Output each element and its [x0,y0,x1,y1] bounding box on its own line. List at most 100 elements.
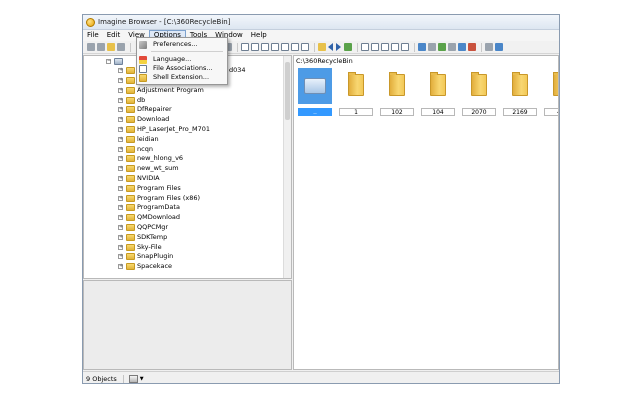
tree-item-label: db [137,95,146,104]
save-icon[interactable] [117,43,125,51]
menu-item-shell-extension[interactable]: Shell Extension... [139,73,225,82]
thumbnail-caption: 1 [339,108,373,116]
menu-item-language[interactable]: Language... [139,55,225,64]
layout-preview-icon[interactable] [391,43,399,51]
tree-scroll-thumb[interactable] [285,62,290,120]
folder-icon [126,77,135,84]
view-single-icon[interactable] [241,43,249,51]
folder-icon [126,96,135,104]
expand-icon[interactable]: + [118,97,123,103]
expand-icon[interactable]: + [118,156,123,162]
tree-item[interactable]: + QMDownload [118,213,180,222]
tree-item[interactable]: + HP_LaserJet_Pro_M701 [118,125,210,134]
thumbnail-item[interactable]: .. [298,68,332,126]
tree-item[interactable]: + new_wt_sum [118,164,179,173]
menu-item-file-associations[interactable]: File Associations... [139,64,225,73]
refresh-icon[interactable] [344,43,352,51]
view-zoom-icon[interactable] [261,43,269,51]
expand-icon[interactable]: + [118,87,123,93]
expand-icon[interactable]: + [118,146,123,152]
expand-icon[interactable]: + [118,136,123,142]
delete-icon[interactable] [468,43,476,51]
about-icon[interactable] [495,43,503,51]
browse-icon[interactable] [97,43,105,51]
layout-tree-icon[interactable] [401,43,409,51]
tree-item[interactable]: + new_hlong_v6 [118,154,183,163]
open-icon[interactable] [87,43,95,51]
tree-item[interactable]: + ncqn [118,145,153,154]
tree-item[interactable]: + Spacekace [118,262,172,271]
thumbnail-item[interactable]: 2169 [503,68,537,126]
view-full-icon[interactable] [281,43,289,51]
expand-icon[interactable]: + [118,254,123,260]
thumbnail-item[interactable]: 2070 [462,68,496,126]
tree-item[interactable]: + Sky-File [118,243,162,252]
tree-item[interactable]: + Adjustment Program [118,86,204,95]
tree-item[interactable]: + NVIDIA [118,174,160,183]
expand-icon[interactable]: + [118,244,123,250]
convert-icon[interactable] [448,43,456,51]
tree-item[interactable]: + SnapPlugin [118,252,173,261]
properties-icon[interactable] [458,43,466,51]
layout-detail-icon[interactable] [381,43,389,51]
menu-file[interactable]: File [83,30,103,41]
next-icon[interactable] [336,43,341,51]
resize-icon[interactable] [428,43,436,51]
view-frame-icon[interactable] [301,43,309,51]
tree-root-row[interactable]: − [106,57,125,66]
slideshow-icon[interactable] [318,43,326,51]
expand-icon[interactable]: + [118,107,123,113]
expand-icon[interactable]: + [118,195,123,201]
view-crop-icon[interactable] [291,43,299,51]
toolbar-separator [481,42,482,52]
menu-edit[interactable]: Edit [103,30,125,41]
tree-item[interactable]: + leidian [118,135,159,144]
tree-hidden-row[interactable]: + [118,66,137,75]
thumbnail-item[interactable]: 1 [339,68,373,126]
layout-list-icon[interactable] [371,43,379,51]
expand-icon[interactable]: + [118,185,123,191]
expand-icon[interactable]: + [118,225,123,230]
expand-icon[interactable]: + [118,68,123,73]
tree-item[interactable]: + Download [118,115,169,124]
dropdown-caret-icon[interactable]: ▼ [140,376,144,382]
expand-icon[interactable]: + [118,234,123,240]
expand-icon[interactable]: + [118,264,123,270]
tree-item[interactable]: + QQPCMgr [118,223,168,232]
expand-icon[interactable]: + [118,78,123,83]
menu-item-label: File Associations... [153,64,213,72]
expand-icon[interactable]: + [118,127,123,132]
folder-icon[interactable] [107,43,115,51]
tree-item-label: QMDownload [137,213,181,222]
thumbnail-item[interactable]: 102 [380,68,414,126]
options-dropdown-menu: Preferences... Language... File Associat… [136,37,228,85]
expand-icon[interactable]: + [118,117,123,123]
tree-item[interactable]: + SDKTemp [118,233,167,242]
tree-item-label: NVIDIA [137,174,160,182]
previous-icon[interactable] [328,43,333,51]
menu-item-label: Language... [153,55,192,63]
settings-icon[interactable] [485,43,493,51]
expand-icon[interactable]: + [118,215,123,221]
menu-help[interactable]: Help [247,30,271,41]
tree-item[interactable]: + db [118,96,145,105]
thumbnail-item[interactable]: 104 [421,68,455,126]
title-bar: Imagine Browser - [C:\360RecycleBin] [83,15,559,30]
view-actual-icon[interactable] [271,43,279,51]
collapse-icon[interactable]: − [106,59,111,64]
expand-icon[interactable]: + [118,176,123,181]
tree-item[interactable]: + Program Files [118,184,181,193]
tree-item[interactable]: + DfRepairer [118,105,172,114]
view-fit-icon[interactable] [251,43,259,51]
tree-scrollbar[interactable] [283,56,291,278]
layout-thumbs-icon[interactable] [361,43,369,51]
expand-icon[interactable]: + [118,205,123,211]
tree-item[interactable]: + ProgramData [118,203,180,212]
expand-icon[interactable]: + [118,166,123,172]
effects-icon[interactable] [438,43,446,51]
tree-item[interactable]: + Program Files (x86) [118,194,200,203]
menu-item-preferences[interactable]: Preferences... [139,40,225,49]
tree-item-label: HP_LaserJet_Pro_M701 [137,125,211,133]
edit-icon[interactable] [418,43,426,51]
thumbnail-item[interactable]: 40 [544,68,558,126]
